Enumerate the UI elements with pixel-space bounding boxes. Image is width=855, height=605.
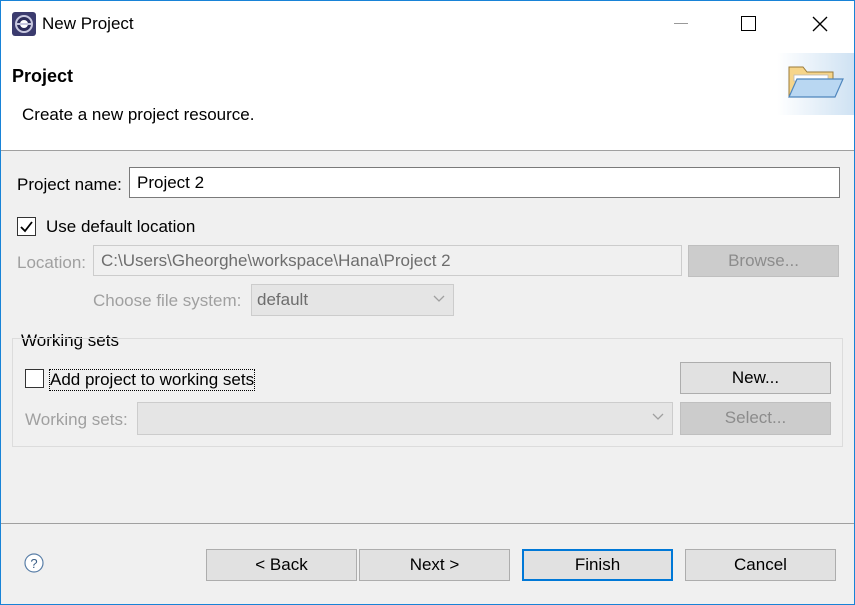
finish-button[interactable]: Finish <box>522 549 673 581</box>
wizard-banner: Project Create a new project resource. <box>1 47 854 151</box>
location-label: Location: <box>17 253 86 272</box>
use-default-location-label[interactable]: Use default location <box>46 217 195 237</box>
use-default-location-checkbox[interactable] <box>17 217 36 236</box>
close-icon <box>812 16 828 32</box>
window-title: New Project <box>42 14 134 33</box>
working-sets-dropdown[interactable] <box>137 402 673 435</box>
maximize-button[interactable] <box>713 1 783 47</box>
eclipse-icon <box>12 12 36 36</box>
project-name-label: Project name: <box>17 175 122 194</box>
footer-separator <box>1 523 854 524</box>
open-folder-icon <box>777 53 854 115</box>
wizard-page-description: Create a new project resource. <box>22 105 255 124</box>
close-button[interactable] <box>784 1 854 47</box>
file-system-dropdown[interactable]: default <box>251 284 454 316</box>
back-button[interactable]: < Back <box>206 549 357 581</box>
wizard-page-title: Project <box>12 66 74 86</box>
file-system-value: default <box>257 290 309 309</box>
working-sets-label: Working sets: <box>25 410 128 429</box>
add-to-working-sets-checkbox[interactable] <box>25 369 44 388</box>
browse-button[interactable]: Browse... <box>688 245 839 277</box>
chevron-down-icon <box>652 413 664 420</box>
title-bar[interactable]: New Project <box>1 1 854 47</box>
location-input[interactable]: C:\Users\Gheorghe\workspace\Hana\Project… <box>93 245 682 276</box>
chevron-down-icon <box>433 295 445 302</box>
add-to-working-sets-label[interactable]: Add project to working sets <box>48 369 256 391</box>
next-button[interactable]: Next > <box>359 549 510 581</box>
checkmark-icon <box>20 221 33 233</box>
minimize-button[interactable] <box>645 1 715 47</box>
new-project-dialog: New Project Project Create a new project… <box>0 0 855 605</box>
select-working-sets-button[interactable]: Select... <box>680 402 831 435</box>
help-icon[interactable]: ? <box>24 553 44 573</box>
svg-text:?: ? <box>30 556 37 571</box>
cancel-button[interactable]: Cancel <box>685 549 836 581</box>
project-name-input[interactable]: Project 2 <box>129 167 840 198</box>
new-working-set-button[interactable]: New... <box>680 362 831 394</box>
file-system-label: Choose file system: <box>93 291 242 310</box>
